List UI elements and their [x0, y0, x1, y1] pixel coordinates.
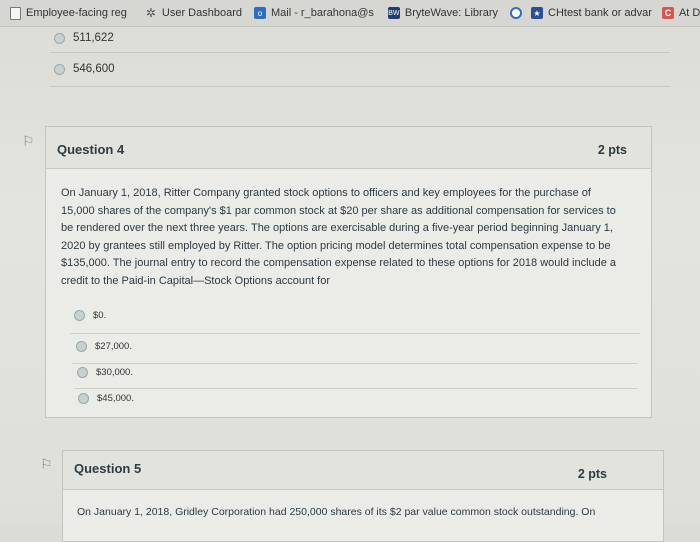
radio-button[interactable]	[77, 367, 88, 378]
bookmark-at-december[interactable]: C At December 31, 201	[661, 7, 700, 19]
c-icon: C	[661, 7, 674, 19]
answer-option[interactable]: 511,622	[54, 32, 114, 44]
radio-button[interactable]	[78, 393, 89, 404]
bookmark-label: BryteWave: Library	[404, 7, 498, 19]
bookmark-label: CHtest bank or advar	[548, 7, 652, 19]
question-5-card: Question 5 2 pts On January 1, 2018, Gri…	[62, 450, 664, 542]
star-icon: ★	[531, 7, 543, 19]
answer-label: 546,600	[73, 63, 115, 75]
bookmark-brytewave[interactable]: BW BryteWave: Library	[387, 7, 498, 19]
answer-label: $30,000.	[96, 367, 133, 378]
search-icon	[510, 7, 522, 19]
bookmark-employee-facing[interactable]: Employee-facing reg	[10, 6, 127, 20]
answer-label: 511,622	[73, 32, 114, 44]
radio-button[interactable]	[76, 341, 87, 352]
flag-icon[interactable]: ⚐	[40, 456, 53, 473]
radio-button[interactable]	[54, 63, 65, 75]
answer-label: $45,000.	[97, 393, 134, 404]
gear-icon: ✲	[145, 6, 156, 20]
quiz-content: 511,622 546,600 ⚐ Question 4 2 pts On Ja…	[0, 26, 700, 542]
answer-label: $0.	[93, 310, 107, 321]
bookmark-label: Mail - r_barahona@s	[270, 7, 374, 19]
question-header: Question 4 2 pts	[46, 127, 651, 169]
bookmark-label: At December 31, 201	[678, 7, 700, 19]
radio-button[interactable]	[74, 310, 85, 321]
answer-option[interactable]: $27,000.	[76, 341, 132, 352]
divider	[70, 333, 640, 334]
bookmark-label: Employee-facing reg	[26, 7, 127, 19]
divider	[72, 363, 638, 364]
flag-icon[interactable]: ⚐	[22, 133, 35, 150]
answer-option[interactable]: $0.	[74, 310, 106, 321]
question-header: Question 5 2 pts	[63, 451, 663, 490]
question-text: On January 1, 2018, Gridley Corporation …	[77, 506, 596, 518]
question-text: On January 1, 2018, Ritter Company grant…	[61, 187, 617, 287]
answer-label: $27,000.	[95, 341, 132, 352]
question-points: 2 pts	[577, 467, 607, 481]
question-points: 2 pts	[597, 143, 627, 157]
radio-button[interactable]	[54, 32, 65, 44]
divider	[74, 388, 638, 389]
answer-option[interactable]: $45,000.	[78, 393, 134, 404]
question-4-card: Question 4 2 pts On January 1, 2018, Rit…	[45, 126, 652, 418]
bookmarks-bar: Employee-facing reg ✲ User Dashboard o M…	[0, 0, 700, 27]
bookmark-search[interactable]	[510, 7, 527, 19]
divider	[50, 52, 670, 53]
question-title: Question 5	[74, 461, 142, 476]
mail-icon: o	[253, 7, 266, 19]
brytewave-icon: BW	[387, 7, 400, 19]
document-icon	[10, 6, 21, 20]
bookmark-user-dashboard[interactable]: ✲ User Dashboard	[145, 6, 242, 20]
bookmark-mail[interactable]: o Mail - r_barahona@s	[253, 7, 374, 19]
bookmark-chtest[interactable]: ★ CHtest bank or advar	[531, 7, 652, 19]
question-title: Question 4	[57, 142, 125, 157]
bookmark-label: User Dashboard	[161, 7, 242, 19]
answer-option[interactable]: 546,600	[54, 63, 115, 75]
divider	[50, 86, 670, 87]
answer-option[interactable]: $30,000.	[77, 367, 133, 378]
